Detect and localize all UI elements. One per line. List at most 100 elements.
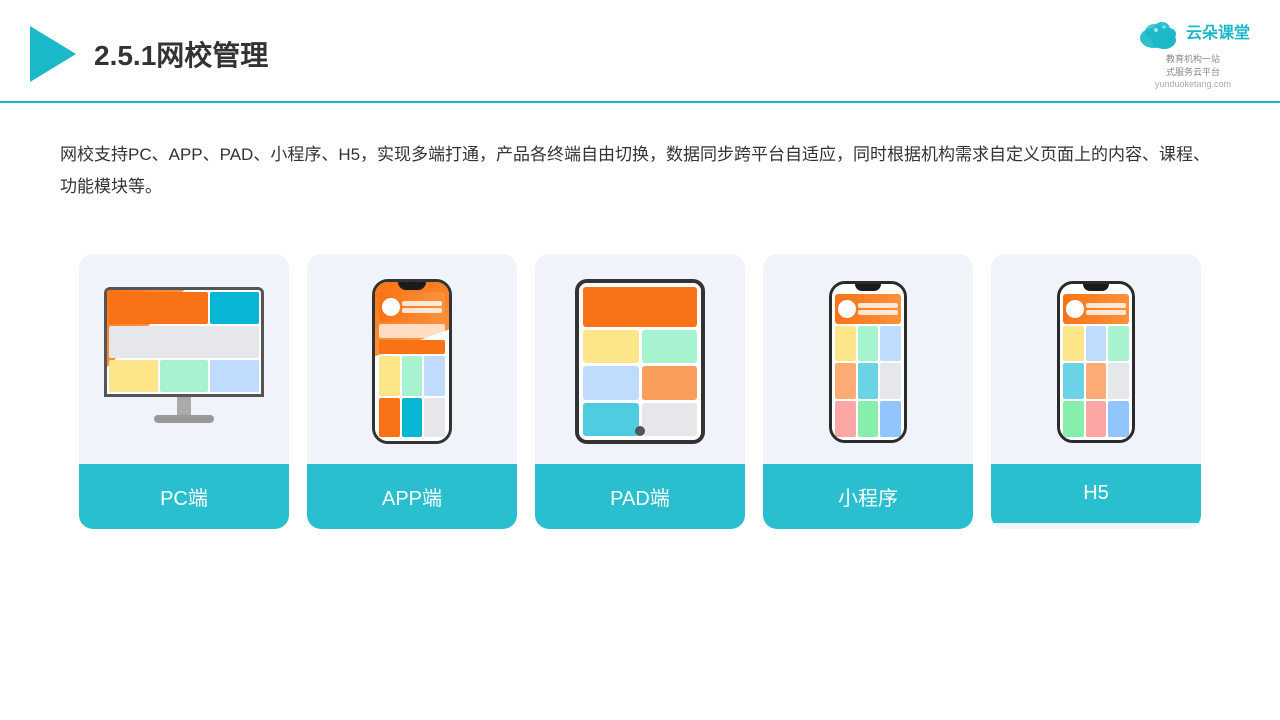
mc6 — [880, 363, 901, 399]
sb3 — [109, 326, 259, 358]
h5-mc9 — [1108, 401, 1129, 437]
sb5 — [160, 360, 209, 392]
brand-url: yunduoketang.com — [1155, 79, 1231, 89]
mini-text-lines — [858, 303, 898, 315]
mini-phone-mockup — [829, 281, 907, 443]
ts2 — [642, 330, 698, 363]
card-mini: 小程序 — [763, 254, 973, 529]
tablet-home-btn — [635, 426, 645, 436]
header-left: 2.5.1网校管理 — [30, 26, 268, 82]
h5-phone-notch — [1083, 284, 1109, 291]
sb2 — [210, 292, 259, 324]
mini-grid — [835, 326, 901, 437]
card-pc-image — [79, 254, 289, 464]
card-pad-label: PAD端 — [535, 464, 745, 529]
mini-phone-notch — [855, 284, 881, 291]
pgc3 — [424, 356, 445, 396]
h5-avatar — [1066, 300, 1084, 318]
card-mini-label: 小程序 — [763, 464, 973, 529]
header-right: 云朵课堂 教育机构一站 式服务云平台 yunduoketang.com — [1136, 18, 1250, 89]
ts6 — [642, 403, 698, 436]
h5-mc2 — [1086, 326, 1107, 362]
phone-screen — [375, 282, 449, 441]
sb6 — [210, 360, 259, 392]
h5-mc6 — [1108, 363, 1129, 399]
h5-text-lines — [1086, 303, 1126, 315]
pgc5 — [402, 398, 423, 438]
app-row1 — [379, 324, 445, 338]
app-grid — [379, 356, 445, 437]
monitor-screen-inner — [107, 290, 261, 394]
monitor-stand-base — [154, 415, 214, 423]
logo-triangle — [30, 26, 76, 82]
card-h5-image — [991, 254, 1201, 464]
h5-mc3 — [1108, 326, 1129, 362]
app-line2 — [402, 308, 442, 313]
sb1 — [109, 292, 208, 324]
h5-mc5 — [1086, 363, 1107, 399]
h5-banner — [1063, 294, 1129, 324]
ts1 — [583, 330, 639, 363]
card-pad-image — [535, 254, 745, 464]
card-app: APP端 — [307, 254, 517, 529]
tablet-screen — [579, 283, 701, 440]
pgc6 — [424, 398, 445, 438]
cards-container: PC端 — [0, 224, 1280, 559]
mc4 — [835, 363, 856, 399]
page-title: 2.5.1网校管理 — [94, 34, 268, 74]
sb4 — [109, 360, 158, 392]
card-h5-label: H5 — [991, 464, 1201, 523]
brand-tagline: 教育机构一站 式服务云平台 — [1166, 52, 1220, 78]
h5-phone-mockup — [1057, 281, 1135, 443]
h5-grid — [1063, 326, 1129, 437]
tablet-mockup — [575, 279, 705, 444]
mini-line2 — [858, 310, 898, 315]
app-line1 — [402, 301, 442, 306]
mini-line1 — [858, 303, 898, 308]
mc3 — [880, 326, 901, 362]
phone-app-mockup — [372, 279, 452, 444]
description-text: 网校支持PC、APP、PAD、小程序、H5，实现多端打通，产品各终端自由切换，数… — [60, 139, 1220, 204]
mc7 — [835, 401, 856, 437]
app-row2 — [379, 340, 445, 354]
cloud-icon — [1136, 18, 1180, 50]
mc1 — [835, 326, 856, 362]
mc9 — [880, 401, 901, 437]
header: 2.5.1网校管理 云朵课堂 教育机构一站 式服务云平台 yunduoketan… — [0, 0, 1280, 103]
h5-line2 — [1086, 310, 1126, 315]
app-text-lines — [402, 301, 442, 313]
mini-avatar — [838, 300, 856, 318]
monitor-screen — [104, 287, 264, 397]
brand-logo: 云朵课堂 — [1136, 18, 1250, 50]
description: 网校支持PC、APP、PAD、小程序、H5，实现多端打通，产品各终端自由切换，数… — [0, 103, 1280, 224]
phone-notch — [398, 282, 426, 290]
card-app-image — [307, 254, 517, 464]
ts4 — [642, 366, 698, 399]
mini-banner — [835, 294, 901, 324]
app-banner — [379, 292, 445, 322]
pc-monitor — [104, 287, 264, 437]
monitor-stand-neck — [177, 397, 191, 415]
card-pc: PC端 — [79, 254, 289, 529]
h5-phone-screen — [1060, 284, 1132, 440]
h5-mc8 — [1086, 401, 1107, 437]
card-pc-label: PC端 — [79, 464, 289, 529]
pgc4 — [379, 398, 400, 438]
brand-name: 云朵课堂 — [1186, 25, 1250, 43]
card-pad: PAD端 — [535, 254, 745, 529]
card-h5: H5 — [991, 254, 1201, 529]
mc2 — [858, 326, 879, 362]
h5-mc4 — [1063, 363, 1084, 399]
card-app-label: APP端 — [307, 464, 517, 529]
ts5 — [583, 403, 639, 436]
app-avatar — [382, 298, 400, 316]
h5-mc7 — [1063, 401, 1084, 437]
pgc2 — [402, 356, 423, 396]
card-mini-image — [763, 254, 973, 464]
mc5 — [858, 363, 879, 399]
h5-mc1 — [1063, 326, 1084, 362]
ts3 — [583, 366, 639, 399]
mc8 — [858, 401, 879, 437]
pgc1 — [379, 356, 400, 396]
ts-header — [583, 287, 697, 327]
